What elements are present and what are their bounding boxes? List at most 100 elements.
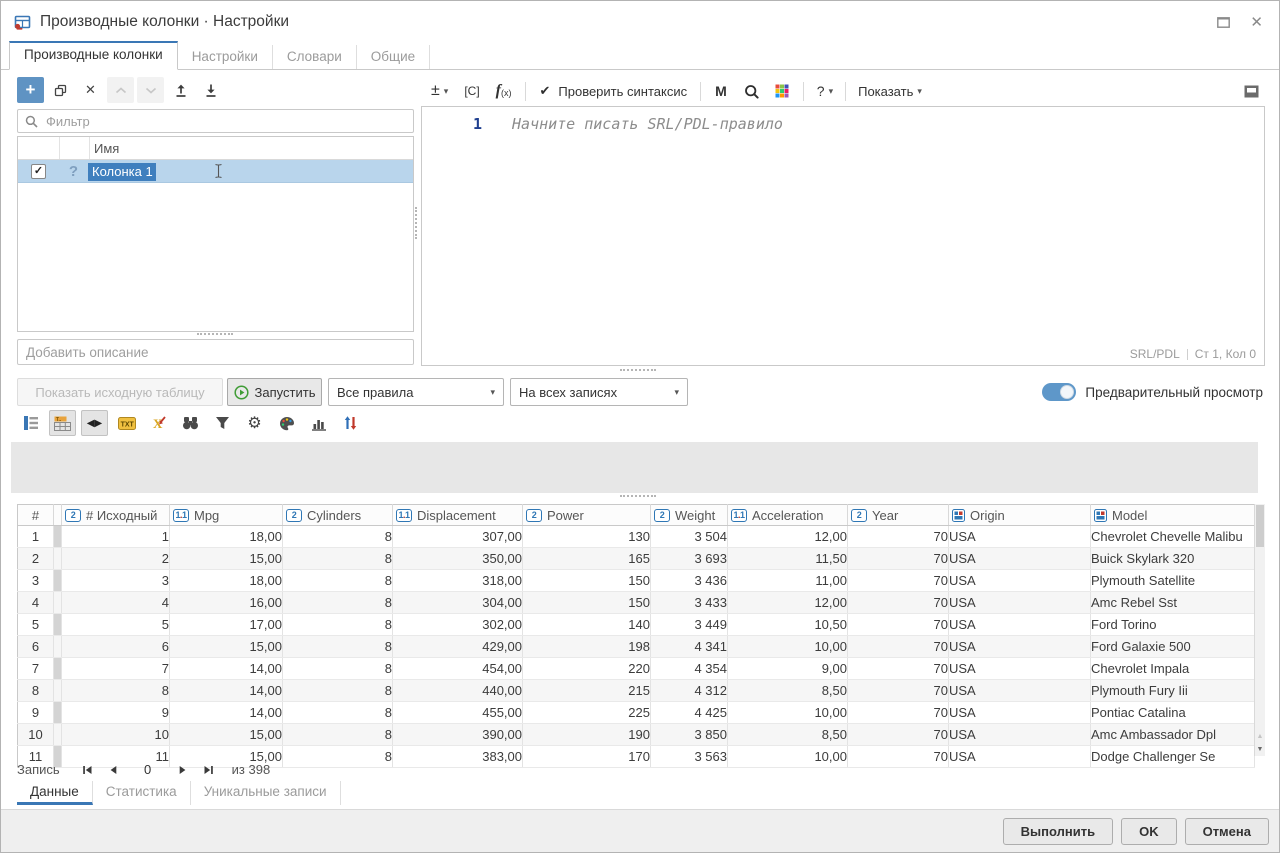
row-indicator xyxy=(54,680,62,702)
filter-input[interactable] xyxy=(44,113,413,130)
sort-icon[interactable] xyxy=(337,410,364,436)
table-row[interactable]: 9914,008455,002254 42510,0070USAPontiac … xyxy=(18,702,1255,724)
tab-2[interactable]: Словари xyxy=(273,45,357,69)
detail-panel-icon[interactable] xyxy=(17,410,44,436)
list-splitter-handle[interactable] xyxy=(197,333,233,335)
import-columns-icon[interactable] xyxy=(197,77,224,103)
column-header-#[interactable]: # xyxy=(18,505,54,526)
column-enabled-checkbox[interactable]: ✓ xyxy=(31,164,46,179)
show-headers-icon[interactable]: T.. xyxy=(49,410,76,436)
measures-button[interactable]: M xyxy=(715,83,727,99)
first-record-icon[interactable] xyxy=(74,764,100,776)
palette-icon[interactable] xyxy=(273,410,300,436)
editor-splitter-handle[interactable] xyxy=(620,369,656,371)
execute-button[interactable]: Выполнить xyxy=(1003,818,1113,845)
tab-data[interactable]: Данные xyxy=(17,781,93,805)
cancel-button[interactable]: Отмена xyxy=(1185,818,1269,845)
table-row[interactable]: 6615,008429,001984 34110,0070USAFord Gal… xyxy=(18,636,1255,658)
cell: 70 xyxy=(848,636,949,658)
integer-type-icon: 2 xyxy=(65,509,81,522)
records-select[interactable]: На всех записях▾ xyxy=(510,378,688,406)
check-syntax-button[interactable]: ✔ Проверить синтаксис xyxy=(539,83,687,99)
column-header-acceleration[interactable]: 1.1Acceleration xyxy=(728,505,848,526)
export-columns-icon[interactable] xyxy=(167,77,194,103)
tab-1[interactable]: Настройки xyxy=(178,45,273,69)
close-icon[interactable]: ✕ xyxy=(1250,15,1263,30)
duplicate-column-icon[interactable] xyxy=(47,77,74,103)
checkbox-column-header xyxy=(18,137,60,159)
fit-columns-icon[interactable]: ◀▶ xyxy=(81,410,108,436)
table-row[interactable]: 8814,008440,002154 3128,5070USAPlymouth … xyxy=(18,680,1255,702)
expand-editor-icon[interactable] xyxy=(1244,85,1259,98)
column-header-origin[interactable]: Origin xyxy=(949,505,1091,526)
table-row[interactable]: 4416,008304,001503 43312,0070USAAmc Rebe… xyxy=(18,592,1255,614)
cell: USA xyxy=(949,636,1091,658)
column-header-weight[interactable]: 2Weight xyxy=(651,505,728,526)
column-header-model[interactable]: Model xyxy=(1091,505,1255,526)
row-indicator xyxy=(54,570,62,592)
insert-column-ref-button[interactable]: [C] xyxy=(464,84,479,98)
table-row[interactable]: 3318,008318,001503 43611,0070USAPlymouth… xyxy=(18,570,1255,592)
settings-gear-icon[interactable]: ⚙ xyxy=(241,410,268,436)
scrollbar-thumb[interactable] xyxy=(1256,505,1264,547)
find-icon[interactable] xyxy=(177,410,204,436)
column-header-year[interactable]: 2Year xyxy=(848,505,949,526)
color-scheme-icon[interactable] xyxy=(775,84,789,98)
column-name-edit[interactable]: Колонка 1 xyxy=(88,163,156,181)
last-record-icon[interactable] xyxy=(196,764,222,776)
table-row[interactable]: 1118,008307,001303 50412,0070USAChevrole… xyxy=(18,526,1255,548)
rules-select[interactable]: Все правила▾ xyxy=(328,378,504,406)
column-header-power[interactable]: 2Power xyxy=(523,505,651,526)
move-up-icon[interactable] xyxy=(107,77,134,103)
insert-function-button[interactable]: f(x) xyxy=(496,82,512,100)
code-editor[interactable]: 1 Начните писать SRL/PDL-правило SRL/PDL… xyxy=(421,106,1265,366)
help-button[interactable]: ?▾ xyxy=(817,83,833,99)
ok-button[interactable]: OK xyxy=(1121,818,1177,845)
table-row[interactable]: 7714,008454,002204 3549,0070USAChevrolet… xyxy=(18,658,1255,680)
tab-unique-records[interactable]: Уникальные записи xyxy=(191,781,341,805)
cell: 6 xyxy=(62,636,170,658)
cell: 1 xyxy=(18,526,54,548)
real-type-icon: 1.1 xyxy=(396,509,412,522)
panel-splitter-handle[interactable] xyxy=(415,207,417,239)
cell: 5 xyxy=(62,614,170,636)
show-menu-button[interactable]: Показать▾ xyxy=(858,84,922,99)
tab-0[interactable]: Производные колонки xyxy=(9,41,178,70)
zoom-icon[interactable] xyxy=(744,84,759,99)
insert-operator-button[interactable]: ±▾ xyxy=(431,82,448,100)
maximize-icon[interactable] xyxy=(1217,17,1230,28)
export-excel-icon[interactable]: X xyxy=(145,410,172,436)
show-source-table-button[interactable]: Показать исходную таблицу xyxy=(17,378,223,406)
scroll-up-icon[interactable]: ▲ xyxy=(1255,733,1265,740)
grid-splitter-handle[interactable] xyxy=(620,495,656,497)
column-header-displacement[interactable]: 1.1Displacement xyxy=(393,505,523,526)
prev-record-icon[interactable] xyxy=(100,764,126,776)
record-number-field[interactable]: 0 xyxy=(126,762,170,777)
table-row[interactable]: 5517,008302,001403 44910,5070USAFord Tor… xyxy=(18,614,1255,636)
table-row[interactable]: 2215,008350,001653 69311,5070USABuick Sk… xyxy=(18,548,1255,570)
column-header-mpg[interactable]: 1.1Mpg xyxy=(170,505,283,526)
cell: Pontiac Catalina xyxy=(1091,702,1255,724)
next-record-icon[interactable] xyxy=(170,764,196,776)
preview-toggle[interactable] xyxy=(1042,383,1076,401)
cell: 304,00 xyxy=(393,592,523,614)
grid-scrollbar[interactable]: ▲ ▼ xyxy=(1254,504,1265,756)
column-list-item[interactable]: ✓ ? Колонка 1 xyxy=(18,160,413,183)
chart-icon[interactable] xyxy=(305,410,332,436)
move-down-icon[interactable] xyxy=(137,77,164,103)
description-input[interactable] xyxy=(18,344,413,361)
tab-3[interactable]: Общие xyxy=(357,45,430,69)
delete-column-icon[interactable]: ✕ xyxy=(77,77,104,103)
cell: 12,00 xyxy=(728,526,848,548)
run-button[interactable]: Запустить xyxy=(227,378,322,406)
scroll-down-icon[interactable]: ▼ xyxy=(1255,746,1265,753)
column-header-#-[interactable]: 2# Исходный xyxy=(62,505,170,526)
cell: 3 449 xyxy=(651,614,728,636)
table-row[interactable]: 101015,008390,001903 8508,5070USAAmc Amb… xyxy=(18,724,1255,746)
filter-icon[interactable] xyxy=(209,410,236,436)
add-column-button[interactable]: + xyxy=(17,77,44,103)
cell: Dodge Challenger Se xyxy=(1091,746,1255,768)
tab-statistics[interactable]: Статистика xyxy=(93,781,191,805)
column-header-cylinders[interactable]: 2Cylinders xyxy=(283,505,393,526)
export-txt-icon[interactable]: TXT xyxy=(113,410,140,436)
